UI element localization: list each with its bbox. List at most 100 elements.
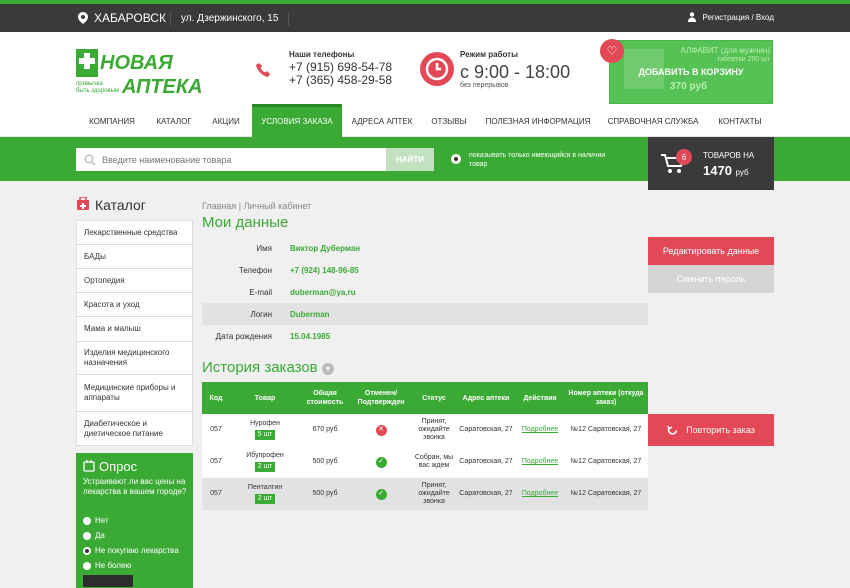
order-product-cell: Пенталгин 2 шт — [232, 478, 298, 510]
catalog-item-beauty[interactable]: Красота и уход — [76, 292, 193, 317]
poll-option-no[interactable]: Нет — [83, 516, 109, 525]
order-state-cell: ✓ — [352, 446, 410, 478]
radio-icon — [83, 516, 91, 525]
order-pharmacy: №12 Саратовская, 27 — [570, 426, 642, 433]
catalog-item-orthopedics[interactable]: Ортопедия — [76, 268, 193, 293]
info-value: Виктор Дуберман — [290, 244, 361, 253]
order-details-link[interactable]: Подробнее — [516, 478, 564, 510]
radio-selected-icon — [83, 546, 91, 555]
clock-icon — [420, 52, 454, 86]
poll-option-label: Не болею — [95, 561, 132, 570]
orders-table-header: Код Товар Общая стоимость Отменен/ Подтв… — [202, 382, 648, 414]
col-status: Статус — [422, 394, 446, 402]
heart-icon[interactable]: ♡ — [600, 39, 624, 63]
info-row-birthdate: Дата рождения 15.04.1985 — [202, 325, 648, 347]
chevron-down-icon[interactable]: ▼ — [322, 363, 334, 375]
order-details-link[interactable]: Подробнее — [516, 446, 564, 478]
work-hours: с 9:00 - 18:00 — [460, 62, 571, 82]
nav-catalog[interactable]: КАТАЛОГ — [146, 104, 202, 137]
order-status: Собран, мы вас ждем — [414, 454, 454, 469]
my-data-title: Мои данные — [202, 214, 289, 231]
city-selector[interactable]: ХАБАРОВСК — [78, 11, 166, 25]
catalog-item-supplements[interactable]: БАДы — [76, 244, 193, 269]
order-product: Пенталгин — [247, 484, 283, 491]
breadcrumb[interactable]: Главная | Личный кабинет — [202, 201, 311, 211]
svg-text:НОВАЯ: НОВАЯ — [100, 52, 173, 74]
order-details-link[interactable]: Подробнее — [516, 414, 564, 446]
catalog-item-medicines[interactable]: Лекарственные средства — [76, 220, 193, 245]
info-value: 15.04.1985 — [290, 332, 331, 341]
nav-promotions[interactable]: АКЦИИ — [204, 104, 248, 137]
poll-option-yes[interactable]: Да — [83, 531, 105, 540]
info-label: E-mail — [249, 288, 272, 297]
phones-title: Наши телефоны — [289, 50, 355, 59]
site-logo[interactable]: НОВАЯ АПТЕКА привычка быть здоровым — [76, 47, 216, 98]
catalog-icon — [77, 197, 89, 210]
nav-reviews[interactable]: ОТЗЫВЫ — [424, 104, 474, 137]
nav-contacts[interactable]: КОНТАКТЫ — [710, 104, 770, 137]
nav-useful-info[interactable]: ПОЛЕЗНАЯ ИНФОРМАЦИЯ — [480, 104, 596, 137]
phone-number-2[interactable]: +7 (365) 458-29-58 — [289, 73, 392, 87]
poll-submit-button[interactable] — [83, 575, 133, 587]
svg-text:быть здоровым: быть здоровым — [76, 88, 119, 94]
repeat-order-button[interactable]: Повторить заказ — [648, 414, 774, 446]
info-row-name: Имя Виктор Дуберман — [202, 237, 648, 259]
add-to-cart-button[interactable]: ДОБАВИТЬ В КОРЗИНУ — [616, 67, 766, 77]
cart-currency: руб — [735, 168, 749, 177]
order-state-cell: ✕ — [352, 414, 410, 446]
info-value: Duberman — [290, 310, 330, 319]
info-label: Имя — [256, 244, 272, 253]
poll-icon — [83, 460, 95, 472]
order-cost: 500 руб — [312, 458, 338, 465]
promo-price: 370 руб — [670, 81, 708, 92]
order-address: Саратовская, 27 — [459, 426, 513, 433]
info-value: +7 (924) 148-96-85 — [290, 266, 359, 275]
edit-data-button[interactable]: Редактировать данные — [648, 237, 774, 265]
order-product: Нурофен — [250, 420, 280, 427]
col-cost: Общая стоимость — [306, 390, 344, 406]
search-button[interactable]: НАЙТИ — [386, 148, 434, 171]
order-qty: 2 шт — [254, 494, 276, 504]
order-product-cell: Нурофен 5 шт — [232, 414, 298, 446]
order-cost: 500 руб — [312, 490, 338, 497]
top-bar: ХАБАРОВСК ул. Дзержинского, 15 Регистрац… — [0, 0, 850, 32]
poll-option-label: Не покупаю лекарства — [95, 546, 179, 555]
info-row-phone: Телефон +7 (924) 148-96-85 — [202, 259, 648, 281]
radio-icon — [83, 531, 91, 540]
svg-text:АПТЕКА: АПТЕКА — [121, 76, 203, 97]
poll-option-not-sick[interactable]: Не болею — [83, 561, 131, 570]
catalog-item-mother-baby[interactable]: Мама и малыш — [76, 316, 193, 342]
nav-help-service[interactable]: СПРАВОЧНАЯ СЛУЖБА — [600, 104, 706, 137]
catalog-title: Каталог — [95, 197, 146, 213]
table-row: 057 Ибупрофен 2 шт 500 руб ✓ Собран, мы в… — [202, 446, 648, 478]
catalog-item-diabetic-food[interactable]: Диабетическое и диетическое питание — [76, 411, 193, 446]
promo-banner[interactable]: АЛФАВИТ (для мужчин) таблетки 200 шт ДОБ… — [600, 39, 773, 104]
nav-order-conditions[interactable]: УСЛОВИЯ ЗАКАЗА — [252, 104, 342, 137]
table-row: 057 Нурофен 5 шт 670 руб ✕ Принят, ожидай… — [202, 414, 648, 446]
main-nav: КОМПАНИЯ КАТАЛОГ АКЦИИ УСЛОВИЯ ЗАКАЗА АД… — [0, 104, 850, 137]
logo-image: НОВАЯ АПТЕКА привычка быть здоровым — [76, 49, 203, 98]
work-hours-title: Режим работы — [460, 50, 518, 59]
search-input[interactable] — [76, 148, 386, 171]
poll-option-dont-buy[interactable]: Не покупаю лекарства — [83, 546, 179, 555]
poll-question: Устраивают ли вас цены на лекарства в ва… — [83, 477, 187, 496]
promo-product-sub: таблетки 200 шт — [716, 56, 770, 63]
order-state-cell: ✓ — [352, 478, 410, 510]
col-state: Отменен/ Подтвержден — [357, 390, 405, 406]
catalog-item-medical-products[interactable]: Изделия медицинского назначения — [76, 341, 193, 375]
info-label: Телефон — [238, 266, 272, 275]
user-icon — [688, 12, 697, 22]
order-address: Саратовская, 27 — [459, 458, 513, 465]
auth-link[interactable]: Регистрация / Вход — [688, 12, 774, 22]
phone-number-1[interactable]: +7 (915) 698-54-78 — [289, 60, 392, 74]
nav-company[interactable]: КОМПАНИЯ — [80, 104, 144, 137]
cart-count-badge: 6 — [676, 149, 692, 165]
change-password-button[interactable]: Сменить пароль — [648, 265, 774, 293]
only-available-radio[interactable] — [451, 154, 461, 164]
order-qty: 5 шт — [254, 430, 276, 440]
order-product-cell: Ибупрофен 2 шт — [232, 446, 298, 478]
nav-pharmacy-addresses[interactable]: АДРЕСА АПТЕК — [344, 104, 420, 137]
cart-sum-value: 1470 — [703, 163, 732, 178]
only-available-label: показывать только имеющийся в наличии то… — [469, 152, 606, 168]
catalog-item-medical-devices[interactable]: Медицинские приборы и аппараты — [76, 374, 193, 412]
